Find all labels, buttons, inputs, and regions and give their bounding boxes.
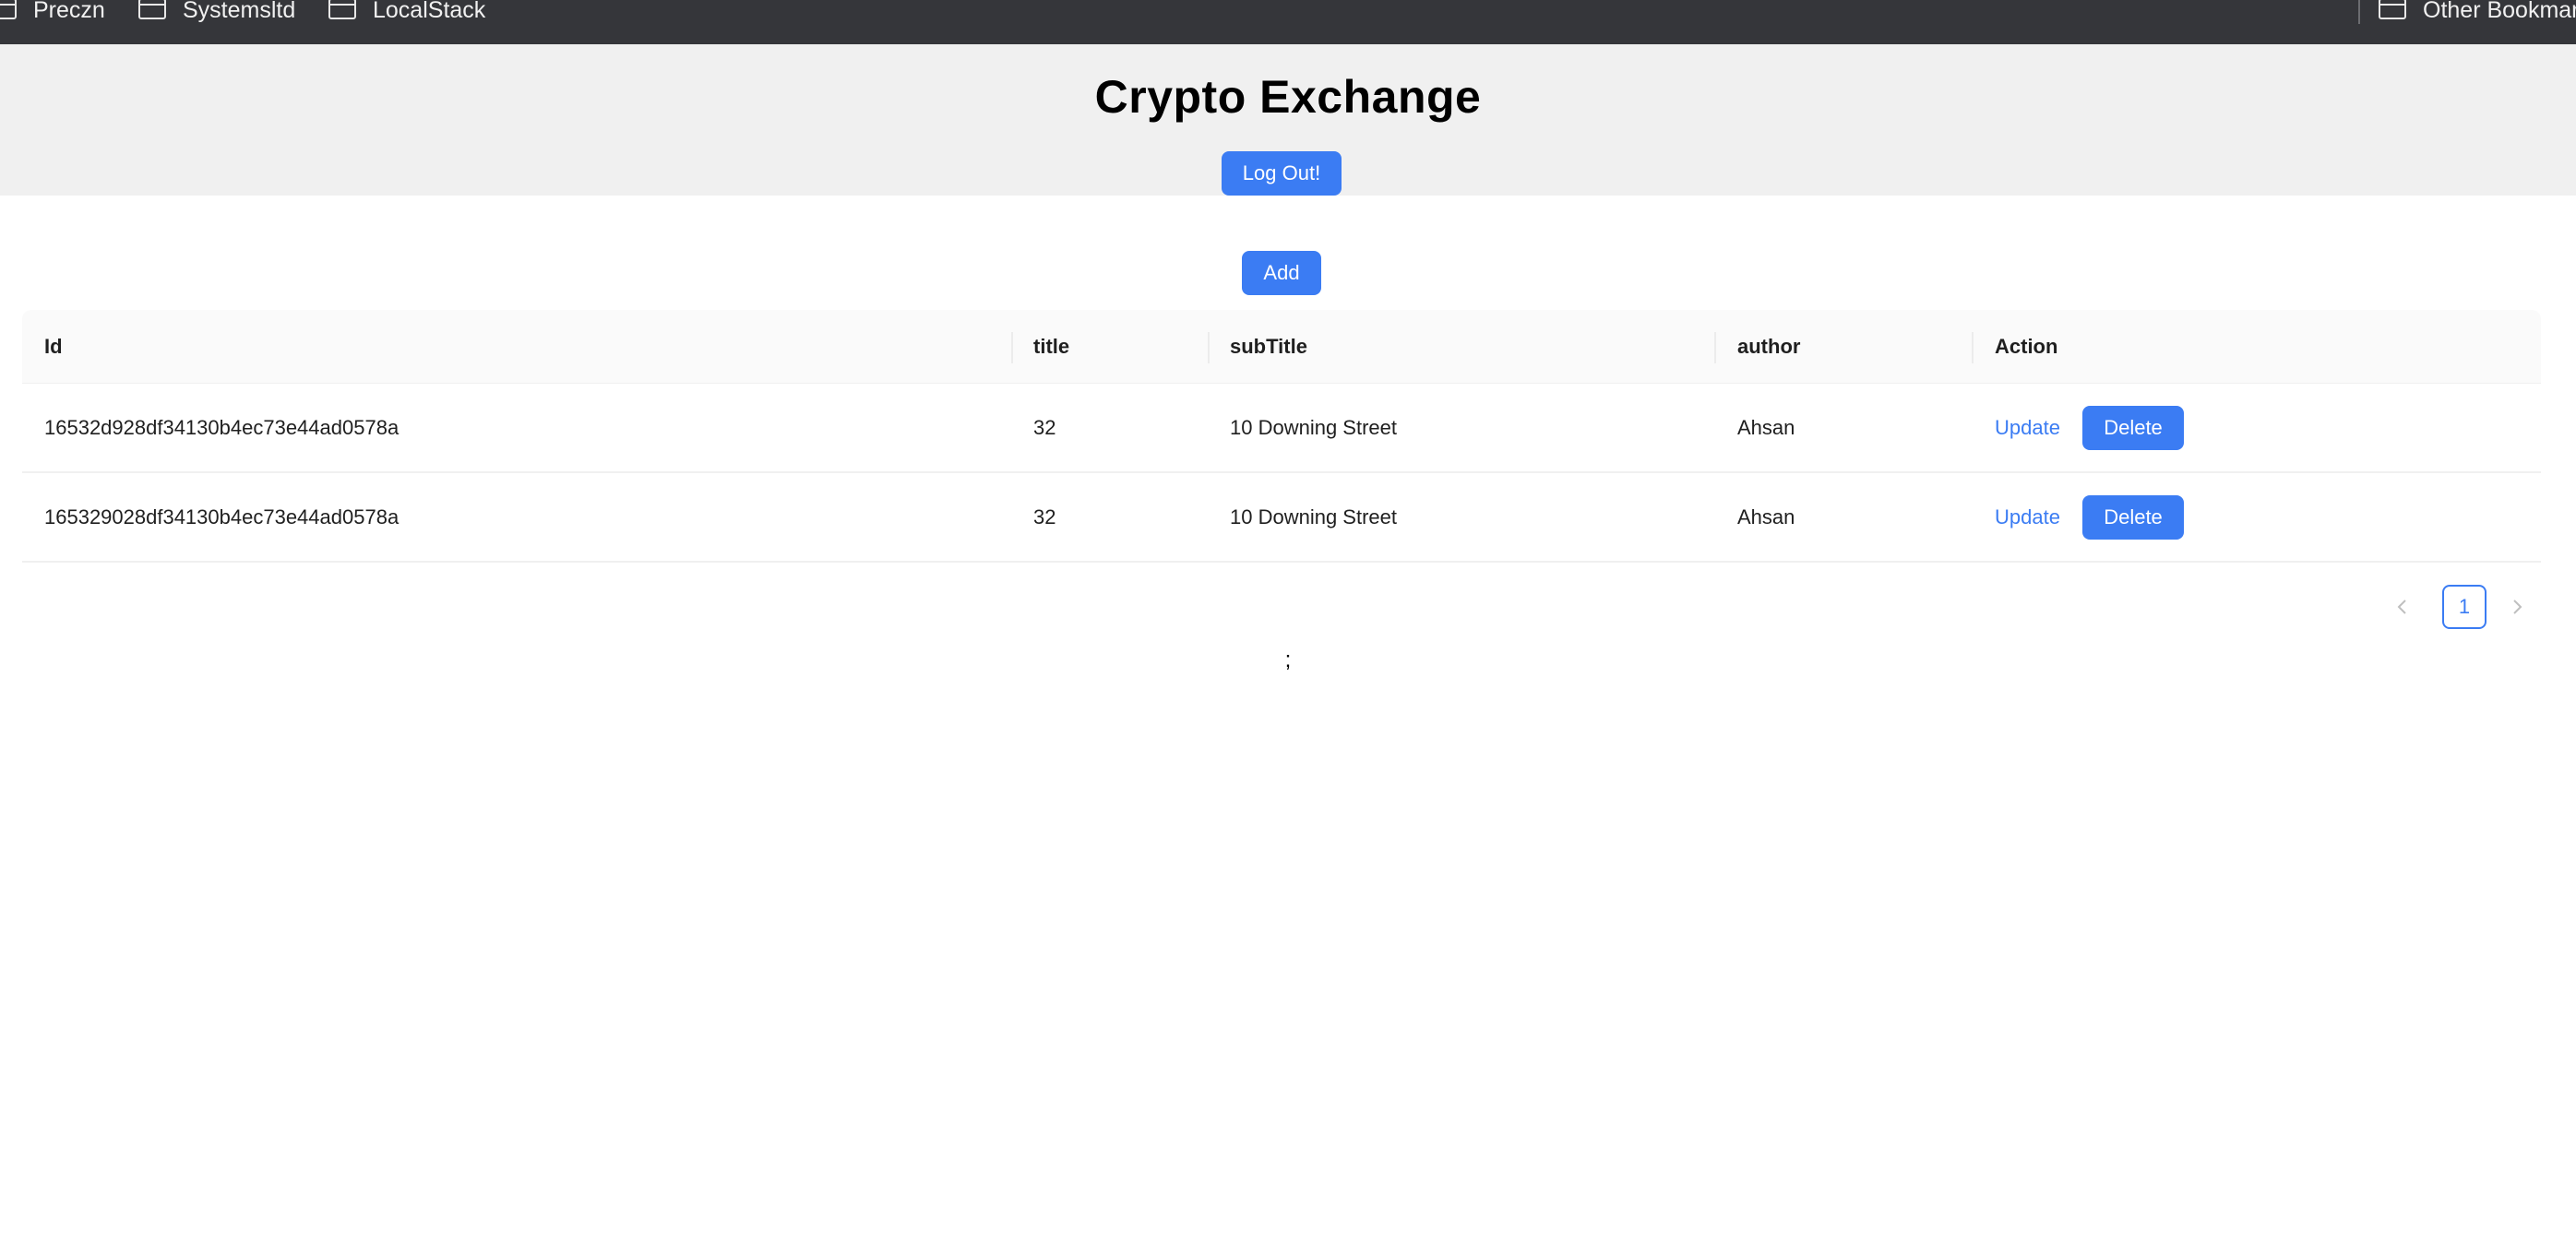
table-row: 165329028df34130b4ec73e44ad0578a 32 10 D… [22,473,2541,563]
column-header-id: Id [44,335,63,358]
logout-button[interactable]: Log Out! [1222,151,1342,196]
folder-icon [138,0,166,21]
column-header-author: author [1737,335,1801,358]
delete-button[interactable]: Delete [2082,406,2184,450]
column-header-subtitle: subTitle [1230,335,1307,358]
update-link[interactable]: Update [1995,505,2060,529]
table-header: Id title subTitle author Action [22,310,2541,384]
folder-icon [2379,0,2406,21]
page-header: Crypto Exchange Log Out! [0,44,2576,196]
bookmark-localstack[interactable]: LocalStack [328,0,485,23]
column-divider [1208,332,1210,363]
bookmarks-bar: Preczn Systemsltd LocalStack Other Bookm… [0,0,2576,44]
page-title: Crypto Exchange [1094,71,1482,123]
cell-id: 165329028df34130b4ec73e44ad0578a [44,505,400,528]
page-number-current[interactable]: 1 [2442,585,2487,629]
bookmarks-divider [2358,0,2360,24]
bookmark-label: Preczn [33,0,105,23]
cell-subtitle: 10 Downing Street [1230,415,1397,439]
bookmark-label: Other Bookmarks [2423,0,2576,23]
cell-action: Update [1995,473,2060,561]
delete-button[interactable]: Delete [2082,495,2184,540]
pagination: 1 [2380,585,2546,629]
cell-action: Update [1995,384,2060,471]
column-header-title: title [1033,335,1070,358]
column-divider [1972,332,1974,363]
cell-title: 32 [1033,505,1056,528]
cell-id: 16532d928df34130b4ec73e44ad0578a [44,415,400,439]
bookmark-systemsltd[interactable]: Systemsltd [138,0,295,23]
bookmark-other[interactable]: Other Bookmarks [2379,0,2576,23]
cell-author: Ahsan [1737,505,1795,528]
chevron-right-icon[interactable] [2495,585,2539,629]
add-button[interactable]: Add [1242,251,1321,295]
cell-title: 32 [1033,415,1056,439]
cell-subtitle: 10 Downing Street [1230,505,1397,528]
table-row: 16532d928df34130b4ec73e44ad0578a 32 10 D… [22,384,2541,473]
bookmark-label: Systemsltd [183,0,296,23]
bookmark-label: LocalStack [373,0,486,23]
column-header-action: Action [1995,335,2058,358]
folder-icon [0,0,17,21]
chevron-left-icon[interactable] [2380,585,2425,629]
update-link[interactable]: Update [1995,416,2060,440]
column-divider [1011,332,1013,363]
data-table: Id title subTitle author Action 16532d92… [22,310,2541,563]
folder-icon [328,0,356,21]
cell-author: Ahsan [1737,415,1795,439]
column-divider [1714,332,1716,363]
stray-text: ; [1284,647,1292,672]
bookmark-preczn[interactable]: Preczn [0,0,105,23]
